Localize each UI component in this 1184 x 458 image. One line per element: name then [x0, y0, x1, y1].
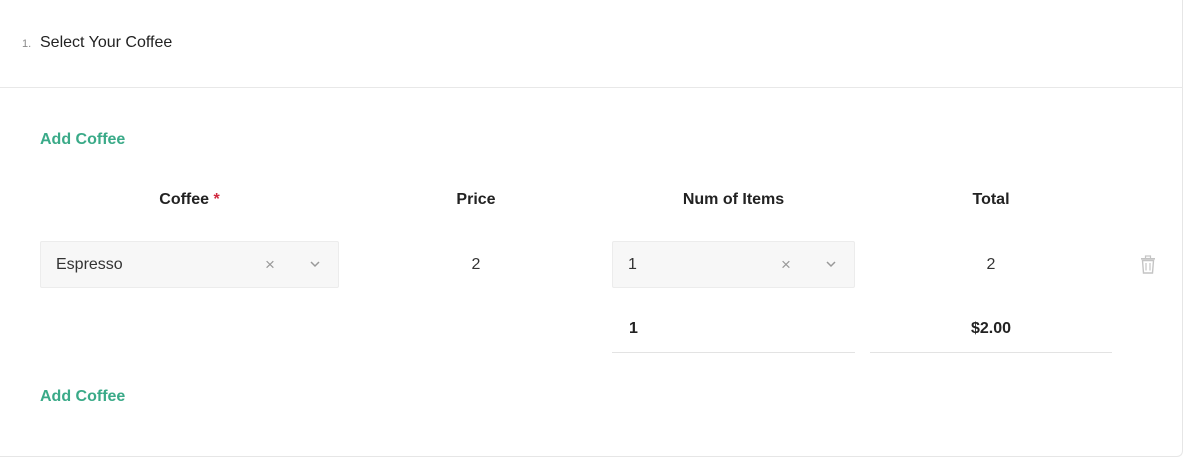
price-cell: 2 [471, 256, 481, 273]
clear-num-items-icon[interactable]: × [781, 255, 791, 275]
step-number: 1. [22, 38, 32, 50]
clear-coffee-icon[interactable]: × [265, 255, 275, 275]
coffee-select-value: Espresso [56, 256, 123, 273]
chevron-down-icon[interactable] [308, 257, 322, 271]
total-sum-divider [870, 352, 1112, 353]
column-header-total: Total [972, 191, 1010, 208]
column-header-coffee-label: Coffee [159, 191, 210, 208]
coffee-select[interactable]: Espresso × [40, 241, 339, 288]
chevron-down-icon[interactable] [824, 257, 838, 271]
column-header-price: Price [456, 191, 496, 208]
total-cell: 2 [986, 256, 996, 273]
step-title: Select Your Coffee [40, 34, 173, 51]
num-items-sum: 1 [629, 320, 638, 337]
trash-icon[interactable] [1138, 255, 1158, 275]
total-sum: $2.00 [970, 320, 1012, 337]
column-header-coffee: Coffee * [40, 191, 339, 209]
num-items-sum-divider [612, 352, 855, 353]
required-marker: * [213, 191, 220, 208]
step-header: 1. Select Your Coffee [0, 0, 1183, 88]
add-coffee-button-bottom[interactable]: Add Coffee [40, 388, 125, 406]
add-coffee-button-top[interactable]: Add Coffee [40, 131, 125, 149]
num-items-select[interactable]: 1 × [612, 241, 855, 288]
num-items-select-value: 1 [628, 256, 637, 273]
column-header-num-items: Num of Items [682, 191, 785, 208]
